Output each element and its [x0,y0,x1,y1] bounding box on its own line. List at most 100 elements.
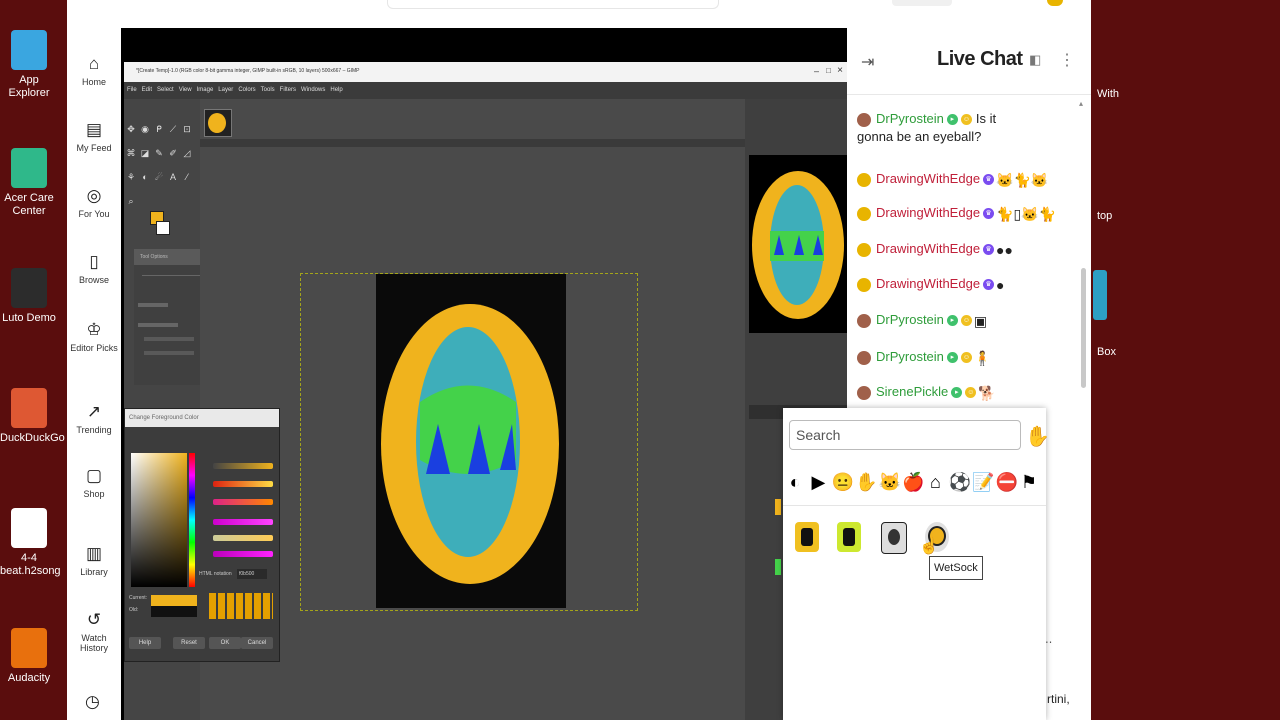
help-button[interactable]: Help [129,637,161,649]
desktop-icon[interactable]: 4-4 beat.h2song [0,508,61,578]
chat-username[interactable]: DrPyrostein [876,312,944,327]
avatar[interactable] [857,350,871,365]
desktop-icon[interactable]: App Explorer [0,30,58,100]
scroll-up-icon[interactable]: ▴ [1079,100,1085,108]
desktop-icon[interactable]: Luto Demo [0,268,58,325]
gimp-menu-layer[interactable]: Layer [218,87,233,93]
align-tool-icon[interactable]: ◉ [140,124,150,134]
more-options-icon[interactable]: ⋮ [1059,50,1075,70]
nav-item-for-you[interactable]: ◎ For You [67,186,121,219]
flag-icon[interactable]: ⚑ [1019,472,1039,492]
html-notation-input[interactable]: f0b500 [237,569,267,579]
clock-icon[interactable]: ◷ [85,692,100,712]
emote-result[interactable] [881,522,907,554]
chat-username[interactable]: DrawingWithEdge [876,241,980,256]
smudge-tool-icon[interactable]: ◐ [140,172,150,182]
zoom-tool-icon[interactable]: ⌕ [126,196,136,206]
avatar[interactable] [857,313,871,328]
lightness-slider[interactable] [213,463,273,469]
green-slider[interactable] [213,535,273,541]
top-bar-button[interactable] [892,0,952,6]
reset-button[interactable]: Reset [173,637,205,649]
chat-username[interactable]: DrPyrostein [876,111,944,126]
clone-tool-icon[interactable]: ⚘ [126,172,136,182]
avatar[interactable] [857,172,871,187]
nav-item-shop[interactable]: ▢ Shop [67,466,121,499]
close-icon[interactable]: × [837,65,843,76]
avatar[interactable] [857,242,871,257]
chat-username[interactable]: SirenePickle [876,384,948,399]
gimp-menu-tools[interactable]: Tools [261,87,275,93]
red-slider[interactable] [213,519,273,525]
pencil-icon[interactable]: ✐ [168,148,178,158]
gimp-menu-colors[interactable]: Colors [238,87,255,93]
canvas-area[interactable] [200,99,745,720]
gimp-menu-help[interactable]: Help [330,87,342,93]
ok-button[interactable]: OK [209,637,241,649]
text-tool-icon[interactable]: A [168,172,178,182]
blue-slider[interactable] [213,551,273,557]
cat-icon[interactable]: 🐱 [879,472,901,492]
smiley-icon[interactable]: 😐 [832,472,854,492]
gimp-menu-windows[interactable]: Windows [301,87,325,93]
color-field[interactable] [131,453,187,587]
bucket-fill-icon[interactable]: ◪ [140,148,150,158]
fuzzy-select-icon[interactable]: ⟋ [168,124,178,134]
popout-icon[interactable]: ◧ [1029,52,1041,68]
emote-result[interactable] [795,522,819,552]
hue-slider[interactable] [213,499,273,505]
tool-options-tab[interactable]: Tool Options [134,249,210,265]
nav-item-library[interactable]: ▥ Library [67,544,121,577]
play-icon[interactable]: ▶ [808,472,828,492]
emote-result[interactable] [837,522,861,552]
color-picker-icon[interactable]: ⁄ [182,172,192,182]
crop-tool-icon[interactable]: ⊡ [182,124,192,134]
chat-username[interactable]: DrawingWithEdge [876,276,980,291]
warp-tool-icon[interactable]: ⌘ [126,148,136,158]
house-icon[interactable]: ⌂ [925,472,945,492]
channel-emotes-icon[interactable]: ◐ [785,472,805,492]
chat-scrollbar[interactable] [1081,268,1086,388]
maximize-icon[interactable]: □ [826,66,831,75]
color-history[interactable] [209,593,273,619]
emote-search-input[interactable]: Search [789,420,1021,450]
gimp-menu-image[interactable]: Image [197,87,214,93]
chat-username[interactable]: DrawingWithEdge [876,171,980,186]
hand-icon[interactable]: ✋ [855,472,877,492]
hand-icon[interactable]: ✋ [1025,424,1050,449]
desktop-app-icon[interactable] [1093,270,1107,320]
gimp-menu-select[interactable]: Select [157,87,174,93]
hue-strip[interactable] [189,453,195,587]
chroma-slider[interactable] [213,481,273,487]
nav-item-watch-history[interactable]: ↺ Watch History [67,610,121,653]
avatar[interactable] [857,206,871,221]
desktop-icon[interactable]: Acer Care Center [0,148,58,218]
dodge-tool-icon[interactable]: ☄ [154,172,164,182]
user-avatar[interactable] [1047,0,1063,6]
chat-username[interactable]: DrPyrostein [876,349,944,364]
gimp-menu-file[interactable]: File [127,87,137,93]
apple-icon[interactable]: 🍎 [902,472,924,492]
chat-username[interactable]: DrawingWithEdge [876,205,980,220]
layer-thumb[interactable] [775,499,781,515]
note-icon[interactable]: 📝 [972,472,994,492]
desktop-icon[interactable]: Audacity [0,628,58,685]
gimp-menu-view[interactable]: View [179,87,192,93]
search-box[interactable] [387,0,719,9]
avatar[interactable] [857,277,871,292]
gimp-menu-filters[interactable]: Filters [280,87,296,93]
move-tool-icon[interactable]: ✥ [126,124,136,134]
lasso-tool-icon[interactable]: ᑭ [154,124,164,134]
eraser-icon[interactable]: ◿ [182,148,192,158]
ball-icon[interactable]: ⚽ [949,472,971,492]
desktop-icon[interactable]: DuckDuckGo [0,388,65,445]
paintbrush-icon[interactable]: ✎ [154,148,164,158]
nav-item-home[interactable]: ⌂ Home [67,54,121,87]
gimp-menu-edit[interactable]: Edit [142,87,152,93]
nav-item-my-feed[interactable]: ▤ My Feed [67,120,121,153]
collapse-chat-icon[interactable]: ⇥ [861,52,874,72]
nav-item-trending[interactable]: ↗ Trending [67,402,121,435]
background-color-swatch[interactable] [156,221,170,235]
minimize-icon[interactable]: – [814,66,819,76]
image-canvas[interactable] [376,274,566,608]
